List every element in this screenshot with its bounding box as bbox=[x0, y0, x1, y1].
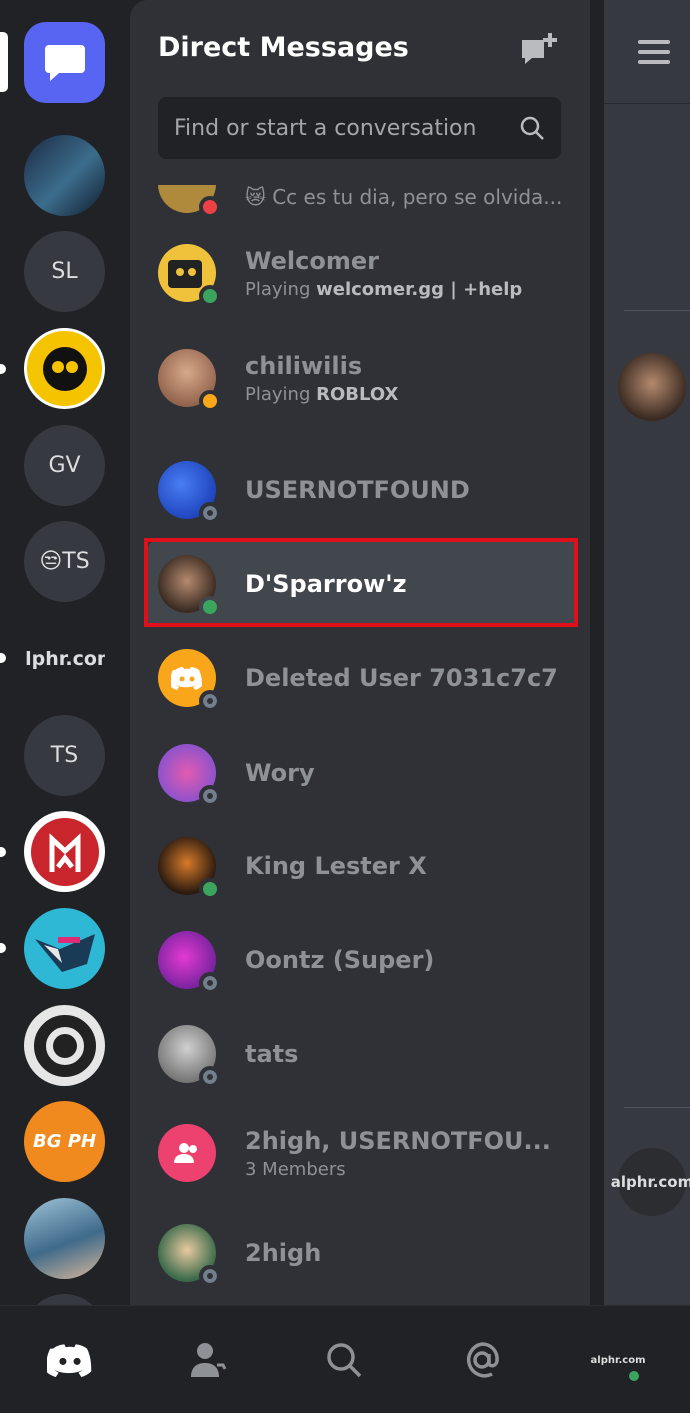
server-code-photo[interactable] bbox=[24, 135, 105, 216]
new-message-icon bbox=[522, 33, 557, 64]
avatar bbox=[618, 353, 686, 421]
chat-bubble-icon bbox=[44, 44, 85, 81]
conversation-name: Oontz (Super) bbox=[245, 946, 435, 974]
conversation-row[interactable]: 2high bbox=[158, 1211, 576, 1295]
new-dm-button[interactable] bbox=[520, 32, 558, 70]
nav-profile[interactable]: alphr.com bbox=[591, 1336, 646, 1384]
divider bbox=[624, 1107, 690, 1108]
selected-indicator bbox=[0, 32, 8, 92]
member-count: 3 Members bbox=[245, 1158, 346, 1180]
discord-logo-icon bbox=[171, 667, 202, 690]
avatar bbox=[158, 461, 221, 524]
status-offline-icon bbox=[199, 502, 221, 524]
page-title: Direct Messages bbox=[158, 32, 409, 63]
server-brawl[interactable] bbox=[24, 328, 105, 409]
status-online-icon bbox=[626, 1368, 642, 1384]
server-partial[interactable] bbox=[24, 1294, 105, 1305]
chat-peek-panel: alphr.com bbox=[604, 0, 690, 1305]
skull-icon bbox=[42, 346, 87, 391]
conversation-row[interactable]: USERNOTFOUND bbox=[158, 448, 576, 532]
conversation-row[interactable]: Oontz (Super) bbox=[158, 918, 576, 1002]
search-icon bbox=[520, 116, 544, 140]
nav-search[interactable] bbox=[320, 1336, 368, 1384]
conversation-row[interactable]: Deleted User 7031c7c7 bbox=[158, 636, 576, 720]
status-dnd-icon bbox=[199, 196, 221, 218]
status-offline-icon bbox=[199, 1066, 221, 1088]
status-offline-icon bbox=[199, 972, 221, 994]
dm-header: Direct Messages Find or start a conversa… bbox=[130, 0, 590, 185]
conversation-row[interactable]: tats bbox=[158, 1012, 576, 1096]
conversation-row[interactable]: Welcomer Playing welcomer.gg | +help bbox=[158, 231, 576, 315]
conversation-activity: 😿 Cc es tu dia, pero se olvida... bbox=[245, 185, 563, 209]
panther-icon bbox=[34, 933, 95, 972]
conversation-row[interactable]: chiliwilis Playing ROBLOX bbox=[158, 336, 576, 420]
status-online-icon bbox=[199, 285, 221, 307]
avatar bbox=[158, 744, 221, 807]
avatar bbox=[158, 349, 221, 412]
server-gv[interactable]: GV bbox=[24, 425, 105, 506]
conversation-row[interactable]: 2high, USERNOTFOU... 3 Members bbox=[158, 1111, 576, 1195]
avatar: alphr.com bbox=[611, 1148, 690, 1216]
search-placeholder: Find or start a conversation bbox=[174, 115, 477, 141]
conversation-name: King Lester X bbox=[245, 852, 427, 880]
server-mrbeast[interactable] bbox=[24, 908, 105, 989]
status-offline-icon bbox=[199, 690, 221, 712]
red-logo-icon bbox=[30, 817, 99, 886]
search-icon bbox=[327, 1343, 362, 1378]
unread-dot bbox=[0, 847, 6, 857]
friends-icon bbox=[191, 1343, 227, 1377]
unread-dot bbox=[0, 943, 6, 953]
conversation-activity: Playing ROBLOX bbox=[245, 383, 399, 405]
menu-icon[interactable] bbox=[638, 34, 670, 70]
group-icon bbox=[174, 1143, 197, 1163]
status-offline-icon bbox=[199, 1265, 221, 1287]
chat-header bbox=[604, 0, 690, 104]
dm-panel: 😿 Cc es tu dia, pero se olvida... Welcom… bbox=[130, 0, 590, 1305]
ring-icon bbox=[33, 1014, 96, 1077]
server-alphr[interactable]: alphr.com bbox=[24, 618, 105, 699]
avatar: alphr.com bbox=[591, 1340, 646, 1384]
avatar bbox=[158, 244, 221, 307]
conversation-row[interactable]: Wory bbox=[158, 731, 576, 815]
discord-logo-icon bbox=[47, 1344, 92, 1377]
server-camera-photo[interactable] bbox=[24, 1198, 105, 1279]
unread-dot bbox=[0, 364, 6, 374]
conversation-name: 2high bbox=[245, 1239, 322, 1267]
at-sign-icon bbox=[466, 1342, 499, 1378]
selection-highlight-box bbox=[144, 538, 578, 627]
conversation-name: Welcomer bbox=[245, 246, 379, 275]
group-avatar bbox=[158, 1124, 216, 1182]
conversation-name: USERNOTFOUND bbox=[245, 476, 470, 504]
search-input[interactable]: Find or start a conversation bbox=[158, 97, 561, 159]
server-ts-emoji[interactable]: 😒TS bbox=[24, 521, 105, 602]
avatar bbox=[158, 1224, 221, 1287]
server-ts[interactable]: TS bbox=[24, 715, 105, 796]
conversation-name: Deleted User 7031c7c7 bbox=[245, 664, 558, 692]
server-rail: SL GV 😒TS alphr.com TS BG PH bbox=[0, 0, 130, 1305]
status-online-icon bbox=[199, 878, 221, 900]
status-offline-icon bbox=[199, 785, 221, 807]
conversation-name: Wory bbox=[245, 759, 315, 787]
conversation-name: chiliwilis bbox=[245, 351, 363, 380]
unread-dot bbox=[0, 653, 6, 663]
conversation-name: 2high, USERNOTFOU... bbox=[245, 1126, 551, 1155]
conversation-row[interactable]: King Lester X bbox=[158, 824, 576, 908]
bottom-nav: alphr.com bbox=[0, 1305, 690, 1413]
server-red-logo[interactable] bbox=[24, 811, 105, 892]
nav-home[interactable] bbox=[46, 1336, 94, 1384]
divider bbox=[624, 310, 690, 311]
avatar bbox=[158, 931, 221, 994]
nav-friends[interactable] bbox=[184, 1336, 232, 1384]
status-idle-icon bbox=[199, 390, 221, 412]
nav-mentions[interactable] bbox=[458, 1336, 506, 1384]
avatar bbox=[158, 649, 221, 712]
conversation-activity: Playing welcomer.gg | +help bbox=[245, 278, 523, 300]
conversation-name: tats bbox=[245, 1040, 299, 1068]
server-ring[interactable] bbox=[24, 1005, 105, 1086]
server-bgph[interactable]: BG PH bbox=[24, 1101, 105, 1182]
avatar bbox=[158, 837, 221, 900]
dm-home-button[interactable] bbox=[24, 22, 105, 103]
avatar bbox=[158, 1025, 221, 1088]
server-sl[interactable]: SL bbox=[24, 231, 105, 312]
